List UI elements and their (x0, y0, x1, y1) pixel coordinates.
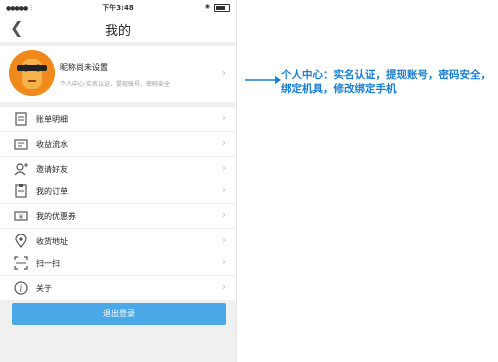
arrow-right-icon (245, 76, 281, 84)
menu-item-income[interactable]: 收益流水 › (0, 131, 236, 156)
menu-item-label: 扫一扫 (36, 259, 60, 268)
chevron-right-icon: › (222, 138, 226, 149)
chevron-right-icon: › (222, 185, 226, 196)
bill-icon (15, 112, 27, 126)
nav-bar: ❮ 我的 (0, 14, 236, 42)
info-icon: i (14, 281, 28, 295)
page-title: 我的 (104, 24, 131, 39)
annotation-text: 个人中心：实名认证，提现账号，密码安全，绑定机具，修改绑定手机 (281, 69, 491, 95)
status-time: 下午3:48 (102, 4, 134, 12)
svg-text:i: i (20, 285, 23, 295)
avatar (9, 50, 55, 96)
menu-item-label: 关于 (36, 284, 52, 293)
alarm-icon: ◉ (204, 3, 210, 10)
menu-item-coupons[interactable]: ¥ 我的优惠券 › (0, 203, 236, 228)
chevron-right-icon: › (222, 282, 226, 293)
chevron-right-icon: › (222, 163, 226, 174)
battery-icon (214, 4, 230, 12)
menu-item-about[interactable]: i 关于 › (0, 275, 236, 300)
menu-item-label: 邀请好友 (36, 165, 68, 174)
menu-item-bill[interactable]: 账单明细 › (0, 107, 236, 131)
avatar-icon (9, 50, 55, 96)
menu-item-label: 我的优惠券 (36, 212, 76, 221)
location-icon (15, 234, 27, 248)
profile-subtitle: 个人中心:实名认证、提现账号、密码安全 (60, 81, 171, 88)
menu-group-finance: 账单明细 › 收益流水 › 邀请好友 › (0, 107, 236, 181)
order-icon (15, 184, 27, 198)
menu-item-address[interactable]: 收货地址 › (0, 228, 236, 253)
menu-item-label: 收益流水 (36, 140, 68, 149)
phone-screen: ●●●●● ︙ 下午3:48 ◉ ❮ 我的 昵称尚未设置 个人中心:实名认证、提… (0, 0, 237, 362)
menu-item-label: 收货地址 (36, 237, 68, 246)
menu-item-label: 账单明细 (36, 115, 68, 124)
chevron-right-icon: › (222, 113, 226, 124)
invite-icon (14, 163, 28, 176)
svg-text:¥: ¥ (19, 213, 24, 221)
menu-item-orders[interactable]: 我的订单 › (0, 179, 236, 203)
menu-group-orders: 我的订单 › ¥ 我的优惠券 › 收货地址 › (0, 179, 236, 253)
chevron-right-icon: › (222, 235, 226, 246)
coupon-icon: ¥ (14, 211, 28, 221)
nickname: 昵称尚未设置 (60, 63, 108, 72)
menu-item-scan[interactable]: 扫一扫 › (0, 251, 236, 275)
menu-item-label: 我的订单 (36, 187, 68, 196)
logout-button[interactable]: 退出登录 (12, 303, 226, 325)
chevron-right-icon: › (222, 210, 226, 221)
profile-card[interactable]: 昵称尚未设置 个人中心:实名认证、提现账号、密码安全 › (0, 46, 236, 102)
chevron-right-icon: › (222, 257, 226, 268)
scan-icon (14, 256, 28, 270)
income-icon (14, 139, 28, 150)
status-bar: ●●●●● ︙ 下午3:48 ◉ (0, 0, 236, 14)
chevron-right-icon: › (222, 68, 226, 79)
menu-item-invite[interactable]: 邀请好友 › (0, 156, 236, 181)
menu-group-other: 扫一扫 › i 关于 › (0, 251, 236, 300)
